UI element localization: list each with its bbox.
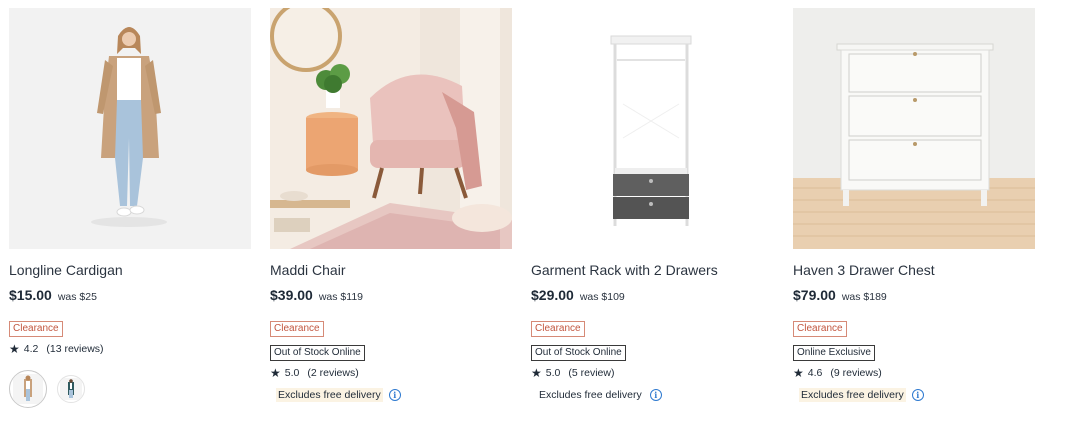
excludes-free-delivery-tag: Excludes free delivery [537, 388, 644, 402]
review-count[interactable]: (9 reviews) [830, 367, 881, 379]
star-icon: ★ [270, 366, 281, 380]
was-price: was $109 [579, 291, 625, 303]
product-image-maddi-chair[interactable] [270, 8, 512, 249]
product-image-garment-rack[interactable] [531, 8, 773, 249]
excludes-free-delivery-tag: Excludes free delivery [276, 388, 383, 402]
rating: ★ 5.0 (2 reviews) [270, 366, 512, 380]
review-count[interactable]: (5 review) [568, 367, 614, 379]
swatch-teal[interactable] [57, 375, 85, 403]
product-card-maddi-chair[interactable]: Maddi Chair $39.00 was $119 Clearance Ou… [270, 8, 512, 402]
clearance-badge: Clearance [531, 321, 585, 337]
review-count[interactable]: (2 reviews) [307, 367, 358, 379]
online-exclusive-badge: Online Exclusive [793, 345, 875, 361]
was-price: was $25 [57, 291, 97, 303]
product-card-haven-chest[interactable]: Haven 3 Drawer Chest $79.00 was $189 Cle… [793, 8, 1035, 402]
product-title[interactable]: Maddi Chair [270, 261, 512, 279]
excludes-free-delivery-tag: Excludes free delivery [799, 388, 906, 402]
out-of-stock-badge: Out of Stock Online [531, 345, 626, 361]
product-title[interactable]: Longline Cardigan [9, 261, 251, 279]
price-row: $79.00 was $189 [793, 287, 1035, 305]
rating: ★ 5.0 (5 review) [531, 366, 773, 380]
rating-value: 4.2 [23, 343, 39, 355]
info-icon[interactable]: i [649, 389, 662, 401]
star-icon: ★ [531, 366, 542, 380]
rating: ★ 4.2 (13 reviews) [9, 342, 251, 356]
star-icon: ★ [793, 366, 804, 380]
rating-value: 5.0 [545, 367, 561, 379]
product-card-longline-cardigan[interactable]: Longline Cardigan $15.00 was $25 Clearan… [9, 8, 251, 408]
rating-value: 4.6 [807, 367, 823, 379]
info-icon[interactable]: i [911, 389, 924, 401]
product-image-haven-chest[interactable] [793, 8, 1035, 249]
was-price: was $119 [318, 291, 363, 303]
delivery-note: Excludes free delivery i [276, 388, 512, 402]
delivery-note: Excludes free delivery i [799, 388, 1035, 402]
product-price: $39.00 [270, 287, 313, 303]
product-image-longline-cardigan[interactable] [9, 8, 251, 249]
product-price: $29.00 [531, 287, 574, 303]
delivery-note: Excludes free delivery i [537, 388, 773, 402]
clearance-badge: Clearance [270, 321, 324, 337]
swatch-oatmeal[interactable] [9, 370, 47, 408]
rating-value: 5.0 [284, 367, 300, 379]
clearance-badge: Clearance [9, 321, 63, 337]
rating: ★ 4.6 (9 reviews) [793, 366, 1035, 380]
was-price: was $189 [841, 291, 887, 303]
review-count[interactable]: (13 reviews) [46, 343, 103, 355]
price-row: $29.00 was $109 [531, 287, 773, 305]
product-title[interactable]: Haven 3 Drawer Chest [793, 261, 1035, 279]
price-row: $39.00 was $119 [270, 287, 512, 305]
product-title[interactable]: Garment Rack with 2 Drawers [531, 261, 773, 279]
price-row: $15.00 was $25 [9, 287, 251, 305]
out-of-stock-badge: Out of Stock Online [270, 345, 365, 361]
teal-cardigan-swatch-icon [60, 378, 82, 400]
clearance-badge: Clearance [793, 321, 847, 337]
product-price: $15.00 [9, 287, 52, 303]
colour-swatches [9, 370, 251, 408]
product-price: $79.00 [793, 287, 836, 303]
product-card-garment-rack[interactable]: Garment Rack with 2 Drawers $29.00 was $… [531, 8, 773, 402]
info-icon[interactable]: i [388, 389, 401, 401]
star-icon: ★ [9, 342, 20, 356]
oatmeal-cardigan-swatch-icon [13, 374, 43, 404]
